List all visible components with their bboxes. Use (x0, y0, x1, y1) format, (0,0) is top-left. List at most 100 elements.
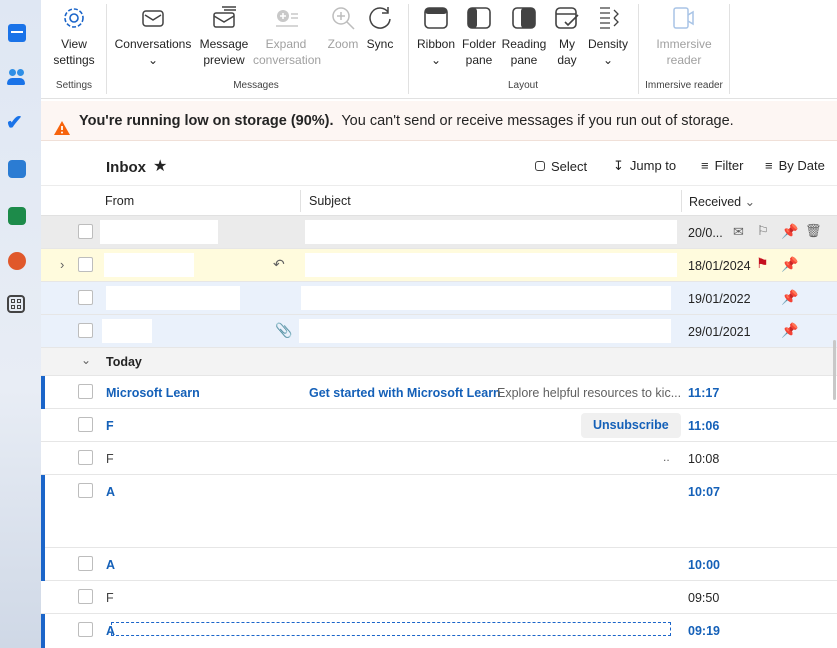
sender: A (106, 485, 116, 499)
unread-indicator (41, 614, 45, 648)
sync-button[interactable]: Sync (363, 4, 397, 52)
message-preview-button[interactable]: Message preview (195, 4, 253, 68)
flag-icon[interactable]: ⚑ (756, 255, 769, 272)
storage-warning-banner: You're running low on storage (90%). You… (41, 101, 837, 141)
table-row[interactable]: F Unsubscribe 11:06 (41, 409, 837, 442)
pin-icon[interactable]: 📌 (781, 256, 798, 273)
my-day-button[interactable]: My day (549, 4, 585, 68)
row-checkbox[interactable] (78, 290, 93, 305)
received-time: 09:19 (688, 624, 720, 638)
table-row[interactable]: 19/01/2022 📌 (41, 282, 837, 315)
subject-redacted (301, 286, 671, 310)
view-settings-button[interactable]: View settings (51, 4, 97, 68)
row-checkbox[interactable] (78, 589, 93, 604)
pin-icon[interactable]: 📌 (781, 223, 798, 240)
reading-pane-button[interactable]: Reading pane (499, 4, 549, 68)
group-header-today[interactable]: ⌄ Today (41, 348, 837, 376)
unsubscribe-button[interactable]: Unsubscribe (581, 413, 681, 438)
expand-chevron-icon[interactable]: › (60, 257, 64, 272)
gear-icon (64, 8, 84, 28)
people-icon[interactable] (7, 68, 25, 86)
table-row[interactable]: F 09:50 (41, 581, 837, 614)
group-messages: Messages (233, 80, 279, 91)
unread-indicator (41, 475, 45, 548)
pin-icon[interactable]: 📌 (781, 289, 798, 306)
envelope-stack-icon (142, 10, 164, 27)
sync-icon (369, 7, 391, 29)
row-checkbox[interactable] (78, 622, 93, 637)
sender: F (106, 591, 114, 605)
received-date: 19/01/2022 (688, 292, 751, 306)
chevron-down-icon: ⌄ (430, 53, 442, 67)
row-checkbox[interactable] (78, 323, 93, 338)
favorite-star-icon[interactable]: ★ (153, 156, 167, 176)
excel-icon[interactable] (8, 207, 26, 225)
table-row[interactable]: 20/0... ✉ ⚐ 📌 🗑 (41, 216, 837, 249)
todo-icon[interactable]: ✔ (6, 113, 24, 133)
select-button[interactable]: Select (535, 159, 587, 174)
immersive-reader-icon (673, 7, 694, 29)
subject: Get started with Microsoft Learn (309, 386, 501, 400)
received-time: 09:50 (688, 591, 720, 605)
table-row[interactable]: F .. 10:08 (41, 442, 837, 475)
preview: Explore helpful resources to kic... (497, 386, 682, 400)
row-checkbox[interactable] (78, 483, 93, 498)
separator (638, 4, 639, 94)
scrollbar[interactable] (833, 340, 836, 400)
chevron-down-icon: ⌄ (744, 195, 756, 209)
filter-button[interactable]: ≡ Filter (701, 158, 743, 173)
row-checkbox[interactable] (78, 556, 93, 571)
sender: A (106, 558, 116, 572)
conversations-button[interactable]: Conversations ⌄ (113, 4, 193, 68)
received-date: 18/01/2024 (688, 259, 751, 273)
table-row[interactable]: › ↶ 18/01/2024 ⚑ 📌 (41, 249, 837, 282)
column-subject[interactable]: Subject (309, 194, 351, 208)
column-from[interactable]: From (105, 194, 134, 208)
zoom-button[interactable]: Zoom (323, 4, 363, 52)
envelope-icon[interactable]: ✉ (733, 224, 744, 240)
row-checkbox[interactable] (78, 417, 93, 432)
table-row[interactable]: A 10:07 (41, 475, 837, 548)
separator (300, 190, 301, 212)
powerpoint-icon[interactable] (8, 252, 26, 270)
expand-conversation-button[interactable]: Expand conversation (253, 4, 321, 68)
row-checkbox[interactable] (78, 384, 93, 399)
app-rail: ✔ (0, 0, 41, 648)
received-date: 29/01/2021 (688, 325, 751, 339)
subject-redacted (305, 220, 677, 244)
collapse-chevron-icon[interactable]: ⌄ (81, 353, 91, 367)
ribbon-layout-button[interactable]: Ribbon ⌄ (415, 4, 457, 68)
jump-to-button[interactable]: ↧ Jump to (613, 158, 676, 174)
sender-redacted (104, 253, 194, 277)
sender-redacted (102, 319, 152, 343)
subject-redacted (299, 319, 671, 343)
separator (408, 4, 409, 94)
chevron-down-icon: ⌄ (602, 53, 614, 67)
flag-icon[interactable]: ⚐ (757, 223, 769, 239)
sort-icon: ≡ (765, 158, 773, 173)
ribbon-toolbar: View settings Settings Conversations ⌄ Me… (41, 0, 837, 99)
folder-pane-button[interactable]: Folder pane (459, 4, 499, 68)
select-icon (535, 161, 545, 171)
more-apps-icon[interactable] (7, 295, 25, 313)
row-checkbox[interactable] (78, 257, 93, 272)
row-checkbox[interactable] (78, 450, 93, 465)
column-received[interactable]: Received ⌄ (689, 194, 755, 209)
table-row[interactable]: A 09:19 (41, 614, 837, 648)
density-button[interactable]: Density ⌄ (585, 4, 631, 68)
table-row[interactable]: Microsoft Learn Get started with Microso… (41, 376, 837, 409)
sort-button[interactable]: ≡ By Date (765, 158, 825, 173)
pin-icon[interactable]: 📌 (781, 322, 798, 339)
table-row[interactable]: 📎 29/01/2021 📌 (41, 315, 837, 348)
row-checkbox[interactable] (78, 224, 93, 239)
table-row[interactable]: A 10:00 (41, 548, 837, 581)
subject-redacted (305, 253, 677, 277)
chevron-down-icon: ⌄ (147, 53, 159, 67)
calendar-icon[interactable] (8, 24, 26, 42)
word-icon[interactable] (8, 160, 26, 178)
group-label: Today (106, 355, 142, 369)
immersive-reader-button[interactable]: Immersive reader (645, 4, 723, 68)
received-time: 11:17 (688, 386, 720, 400)
delete-icon[interactable]: 🗑 (805, 223, 822, 239)
preview: .. (663, 450, 670, 464)
